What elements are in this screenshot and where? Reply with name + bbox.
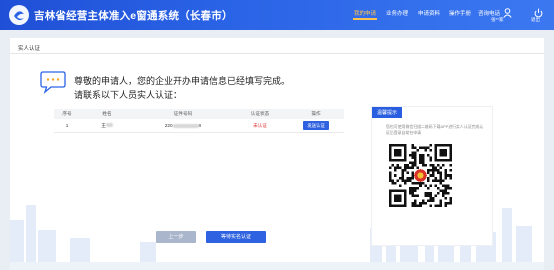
- completion-message: 尊敬的申请人，您的企业开办申请信息已经填写完成。: [74, 76, 291, 86]
- nav-materials[interactable]: 申请资料: [418, 9, 440, 17]
- wait-verification-button[interactable]: 等待实名认证: [206, 231, 266, 243]
- nav-active-indicator: [353, 18, 377, 20]
- nav-business[interactable]: 业务办理: [386, 9, 408, 17]
- nav-manual[interactable]: 操作手册: [449, 9, 471, 17]
- row-action: 发送认证: [288, 119, 344, 133]
- tips-text: 您也可使用微信扫描二维码下载APP进行实人认证完成认证后登录自助台申请: [386, 124, 484, 135]
- top-header: 吉林省经营主体准入e窗通系统（长春市） 我的申请 业务办理 申请资料 操作手册 …: [0, 0, 554, 30]
- col-name: 姓名: [80, 109, 134, 119]
- app-title: 吉林省经营主体准入e窗通系统（长春市）: [34, 10, 233, 22]
- name-masked: [105, 123, 113, 128]
- main-card: 实人认证 尊敬的申请人，您的企业开办申请信息已经填写完成。 请联系以下人员实人认…: [10, 38, 544, 270]
- row-name: 王: [80, 119, 134, 133]
- send-verification-button[interactable]: 发送认证: [303, 121, 329, 130]
- table-row: 1 王 220 8 未认证 发送认证: [54, 119, 344, 133]
- col-action: 操作: [288, 109, 344, 119]
- tips-tag: 温馨提示: [372, 107, 403, 118]
- previous-step-button[interactable]: 上一步: [156, 231, 196, 243]
- qr-code: [389, 144, 452, 207]
- nav-my-applications[interactable]: 我的申请: [354, 9, 376, 17]
- id-masked: [172, 123, 199, 128]
- verification-table: 序号 姓名 证件号码 认证状态 操作 1 王 220 8 未认证 发送认证: [54, 109, 344, 133]
- row-id-number: 220 8: [134, 119, 232, 133]
- tips-panel: 温馨提示 您也可使用微信扫描二维码下载APP进行实人认证完成认证后登录自助台申请: [371, 106, 493, 246]
- col-status: 认证状态: [232, 109, 288, 119]
- e-window-logo-icon: [9, 5, 29, 25]
- row-index: 1: [54, 119, 80, 133]
- logout-label[interactable]: 退出: [531, 17, 540, 23]
- breadcrumb-divider: [10, 53, 544, 54]
- chat-bubble-icon: [40, 71, 66, 94]
- verification-instruction: 请联系以下人员实人认证：: [74, 90, 183, 100]
- row-status: 未认证: [232, 119, 288, 133]
- id-suffix: 8: [198, 123, 202, 128]
- col-index: 序号: [54, 109, 80, 119]
- breadcrumb: 实人认证: [18, 46, 41, 52]
- user-name[interactable]: 张**家: [491, 17, 504, 23]
- col-id-number: 证件号码: [134, 109, 232, 119]
- id-prefix: 220: [164, 123, 173, 128]
